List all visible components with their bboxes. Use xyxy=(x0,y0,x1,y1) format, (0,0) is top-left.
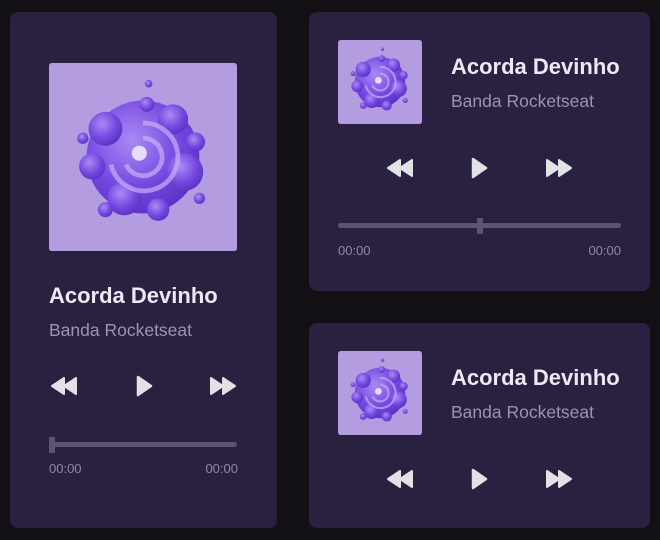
play-icon xyxy=(470,468,488,490)
album-cover xyxy=(49,63,237,251)
album-art-icon xyxy=(49,63,237,251)
progress-bar[interactable] xyxy=(49,437,237,453)
song-artist: Banda Rocketseat xyxy=(451,402,595,422)
next-button[interactable] xyxy=(545,469,573,489)
next-button[interactable] xyxy=(209,376,237,396)
rewind-icon xyxy=(386,158,414,178)
song-title: Acorda Devinho xyxy=(49,283,218,308)
play-button[interactable] xyxy=(135,375,153,397)
play-icon xyxy=(135,375,153,397)
previous-button[interactable] xyxy=(386,158,414,178)
time-total: 00:00 xyxy=(205,461,238,476)
play-icon xyxy=(470,157,488,179)
progress-bar[interactable] xyxy=(338,218,621,234)
song-artist: Banda Rocketseat xyxy=(451,91,595,111)
rewind-icon xyxy=(50,376,78,396)
time-total: 00:00 xyxy=(588,243,621,258)
player-card-large: Acorda Devinho Banda Rocketseat 00:00 00… xyxy=(10,12,277,528)
progress-handle[interactable] xyxy=(476,218,483,234)
play-button[interactable] xyxy=(470,468,488,490)
song-artist: Banda Rocketseat xyxy=(49,320,193,340)
progress-handle[interactable] xyxy=(49,437,55,453)
fast-forward-icon xyxy=(545,469,573,489)
time-current: 00:00 xyxy=(338,243,371,258)
album-art-icon xyxy=(338,40,422,124)
fast-forward-icon xyxy=(209,376,237,396)
song-title: Acorda Devinho xyxy=(451,54,620,79)
fast-forward-icon xyxy=(545,158,573,178)
album-art-icon xyxy=(338,351,422,435)
player-card-medium: Acorda Devinho Banda Rocketseat 00:00 00… xyxy=(309,12,650,291)
next-button[interactable] xyxy=(545,158,573,178)
play-button[interactable] xyxy=(470,157,488,179)
time-current: 00:00 xyxy=(49,461,82,476)
previous-button[interactable] xyxy=(386,469,414,489)
previous-button[interactable] xyxy=(50,376,78,396)
album-cover xyxy=(338,351,422,435)
player-card-small: Acorda Devinho Banda Rocketseat xyxy=(309,323,650,528)
album-cover xyxy=(338,40,422,124)
rewind-icon xyxy=(386,469,414,489)
song-title: Acorda Devinho xyxy=(451,365,620,390)
